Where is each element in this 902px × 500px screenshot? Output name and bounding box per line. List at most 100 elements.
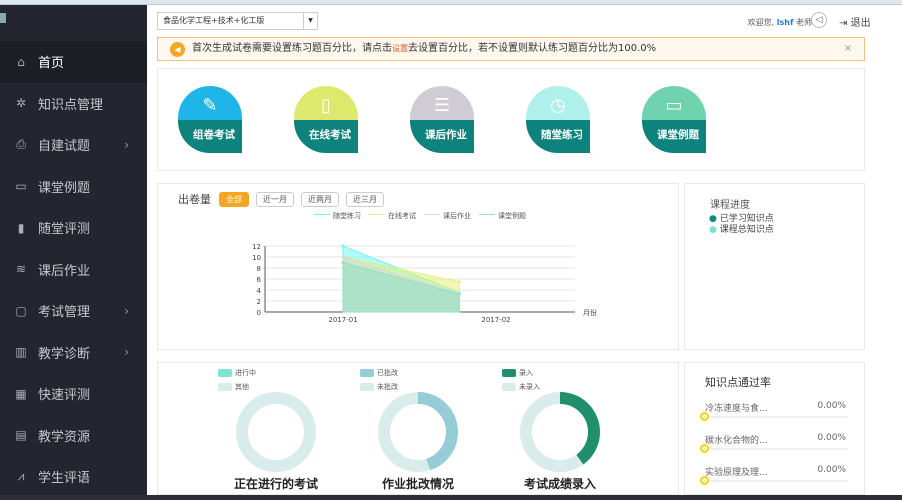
sidebar-item[interactable]: ⌂ 首页 — [0, 41, 147, 83]
donut-track — [236, 392, 316, 472]
tile-label: 随堂练习 — [526, 120, 590, 153]
pass-rate-knob — [700, 476, 709, 485]
y-tick-label: 2 — [257, 298, 261, 306]
main-content: 食品化学工程+技术+化工版 ▼ 欢迎您, lshf 老师 ◁ ⇥ 退出 ◀ 首次生… — [147, 5, 902, 495]
welcome-text: 欢迎您, lshf 老师 — [748, 17, 812, 28]
donut-title: 考试成绩录入 — [523, 477, 596, 491]
sidebar-item[interactable]: ⩘ 学生评语 — [0, 456, 147, 498]
printer-icon: ⎙ — [16, 137, 26, 152]
exam-icon: ▢ — [15, 303, 27, 318]
bottom-bar — [0, 495, 902, 500]
logo — [0, 5, 147, 41]
sidebar-item-label: 考试管理 — [38, 305, 91, 321]
pass-rate-title: 知识点通过率 — [705, 376, 771, 389]
tile-icon: ◷ — [526, 86, 590, 120]
sidebar-item[interactable]: ▮ 随堂评测 — [0, 207, 147, 249]
x-axis-label: 月份 — [583, 308, 597, 317]
pass-rate-track — [703, 448, 848, 450]
paper-count-panel: 出卷量 全部 近一月 近两月 近三月 随堂练习 在线考试 课后作业 课堂例题 0 2 4 6 8 10… — [157, 183, 679, 350]
knowledge-point-name: 实验原理及理... — [705, 468, 768, 478]
data-point — [457, 292, 461, 296]
sidebar-item-label: 知识点管理 — [38, 97, 104, 113]
donut-legend-item[interactable]: 已批改 — [360, 369, 398, 383]
x-tick-label: 2017-02 — [481, 316, 510, 324]
sidebar-item[interactable]: ✲ 知识点管理 — [0, 83, 147, 125]
speaker-icon: ◀ — [170, 42, 185, 57]
y-tick-label: 0 — [257, 309, 261, 317]
sidebar-item-label: 自建试题 — [38, 139, 91, 155]
pass-rate-knob — [700, 412, 709, 421]
tile-icon: ✎ — [178, 86, 242, 120]
knowledge-point-name: 碳水化合物的... — [705, 436, 768, 446]
legend-swatch — [502, 383, 516, 391]
tile-icon: ☰ — [410, 86, 474, 120]
quick-action-tile[interactable]: ☰ 课后作业 — [410, 86, 474, 154]
close-icon[interactable]: × — [844, 38, 852, 60]
line-chart-icon: ⩘ — [17, 469, 25, 484]
tile-icon: ▭ — [642, 86, 706, 120]
pass-rate-value: 0.00% — [817, 401, 846, 411]
role: 老师 — [796, 18, 812, 27]
sidebar-item-label: 首页 — [38, 56, 65, 72]
pass-rate-knob — [700, 444, 709, 453]
data-point — [341, 261, 345, 264]
sidebar-item[interactable]: ⎙ 自建试题 › — [0, 124, 147, 166]
chevron-right-icon: › — [124, 345, 129, 360]
y-tick-label: 4 — [257, 287, 262, 295]
donut-title: 正在进行的考试 — [233, 477, 318, 491]
notification-icon[interactable]: ◁ — [811, 12, 827, 28]
progress-legend-item: ● 课程总知识点 — [709, 222, 774, 235]
sidebar-item[interactable]: ▤ 教学资源 — [0, 415, 147, 457]
pass-rate-value: 0.00% — [817, 465, 846, 475]
quick-action-tile[interactable]: ▯ 在线考试 — [294, 86, 358, 154]
legend-label: 录入 — [519, 369, 533, 377]
tile-label: 组卷考试 — [178, 120, 242, 153]
welcome-label: 欢迎您, — [747, 18, 775, 27]
sidebar-item-label: 课后作业 — [38, 263, 91, 279]
sidebar-item-label: 教学资源 — [38, 429, 91, 445]
bar-chart-icon: ▥ — [15, 345, 27, 360]
course-select-value: 食品化学工程+技术+化工版 — [163, 16, 265, 25]
sidebar-item-label: 快速评测 — [38, 388, 91, 404]
chevron-down-icon: ▼ — [303, 13, 317, 29]
legend-label: 课程总知识点 — [719, 225, 774, 235]
sidebar: ⌂ 首页 ✲ 知识点管理 ⎙ 自建试题 › ▭ 课堂例题 ▮ 随堂评测 ≋ 课后作业 ▢ 考试管理 › ▥ 教学诊… — [0, 5, 147, 495]
y-tick-label: 8 — [257, 265, 261, 273]
donut-chart — [520, 392, 600, 472]
sidebar-item[interactable]: ▭ 课堂例题 — [0, 166, 147, 208]
logout-button[interactable]: ⇥ 退出 — [839, 14, 871, 29]
pass-rate-row: 冷冻速度与食... 0.00% — [685, 401, 866, 433]
alert-settings-link[interactable]: 设置 — [392, 44, 408, 53]
sidebar-item[interactable]: ▥ 教学诊断 › — [0, 332, 147, 374]
course-select[interactable]: 食品化学工程+技术+化工版 ▼ — [157, 12, 318, 30]
data-point — [341, 244, 345, 248]
legend-swatch — [360, 383, 374, 391]
y-tick-label: 10 — [252, 254, 261, 262]
grid-icon: ▦ — [15, 386, 27, 401]
quick-action-tile[interactable]: ◷ 随堂练习 — [526, 86, 590, 154]
donut-legend-item[interactable]: 录入 — [502, 369, 540, 383]
area-chart: 0 2 4 6 8 10 12 2017-01 2017-02 月份 — [252, 243, 597, 324]
pass-rate-row: 实验原理及理... 0.00% — [685, 465, 866, 497]
legend-swatch — [218, 383, 232, 391]
tile-label: 在线考试 — [294, 120, 358, 153]
donut-legend-item[interactable]: 进行中 — [218, 369, 256, 383]
tile-label: 课后作业 — [410, 120, 474, 153]
donut-title: 作业批改情况 — [381, 477, 454, 491]
quick-actions-panel: ✎ 组卷考试 ▯ 在线考试 ☰ 课后作业 ◷ 随堂练习 ▭ 课堂例题 — [157, 68, 865, 171]
logout-label: 退出 — [850, 18, 871, 29]
quick-action-tile[interactable]: ✎ 组卷考试 — [178, 86, 242, 154]
sidebar-item[interactable]: ≋ 课后作业 — [0, 249, 147, 291]
data-point — [457, 280, 461, 284]
alert-banner: ◀ 首次生成试卷需要设置练习题百分比，请点击设置去设置百分比，若不设置则默认练习… — [157, 37, 865, 61]
board-icon: ▭ — [15, 179, 27, 194]
sidebar-item-label: 课堂例题 — [38, 180, 91, 196]
legend-label: 已批改 — [377, 369, 398, 377]
alert-text-1: 首次生成试卷需要设置练习题百分比，请点击 — [192, 43, 392, 54]
sidebar-item[interactable]: ▦ 快速评测 — [0, 373, 147, 415]
quick-action-tile[interactable]: ▭ 课堂例题 — [642, 86, 706, 154]
status-donuts-panel: 进行中 其他 正在进行的考试 已批改 未批改 作业批改情况 录入 未录入 考试成绩录入 — [157, 362, 679, 495]
legend-dot: ● — [709, 225, 720, 235]
donut-chart — [378, 392, 458, 472]
sidebar-item[interactable]: ▢ 考试管理 › — [0, 290, 147, 332]
